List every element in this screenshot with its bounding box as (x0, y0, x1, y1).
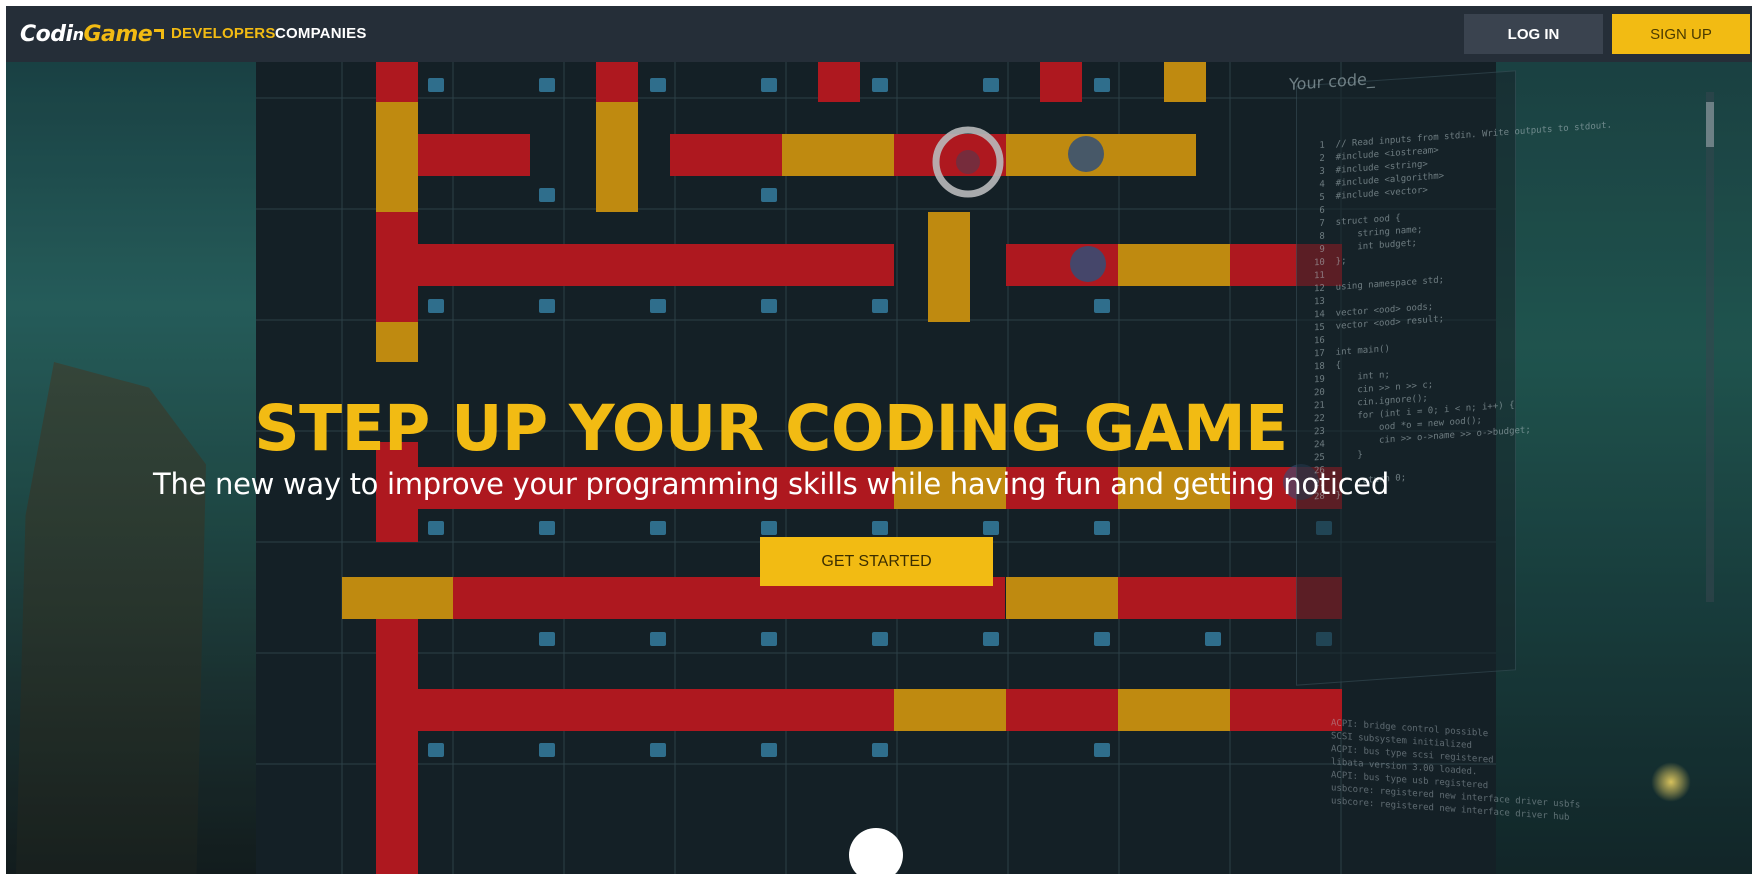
hero-section: Your code_ 1 // Read inputs from stdin. … (6, 62, 1752, 874)
nav-companies-link[interactable]: COMPANIES (275, 25, 367, 42)
hero-headline: STEP UP YOUR CODING GAME (254, 392, 1288, 465)
codingame-logo[interactable]: Codi n Game (20, 17, 165, 51)
logo-text-part1: Codi (20, 21, 73, 47)
logo-mark-icon (154, 29, 165, 39)
top-navigation-bar: Codi n Game DEVELOPERS COMPANIES LOG IN SI… (6, 6, 1752, 62)
signup-button[interactable]: SIGN UP (1612, 14, 1750, 54)
scroll-down-button[interactable] (849, 828, 903, 874)
page-frame: Codi n Game DEVELOPERS COMPANIES LOG IN SI… (6, 6, 1752, 874)
nav-developers-link[interactable]: DEVELOPERS (171, 25, 276, 42)
login-button[interactable]: LOG IN (1464, 14, 1603, 54)
hero-subline: The new way to improve your programming … (153, 467, 1389, 501)
logo-text-part2: Game (83, 21, 153, 47)
get-started-button[interactable]: GET STARTED (760, 537, 993, 586)
